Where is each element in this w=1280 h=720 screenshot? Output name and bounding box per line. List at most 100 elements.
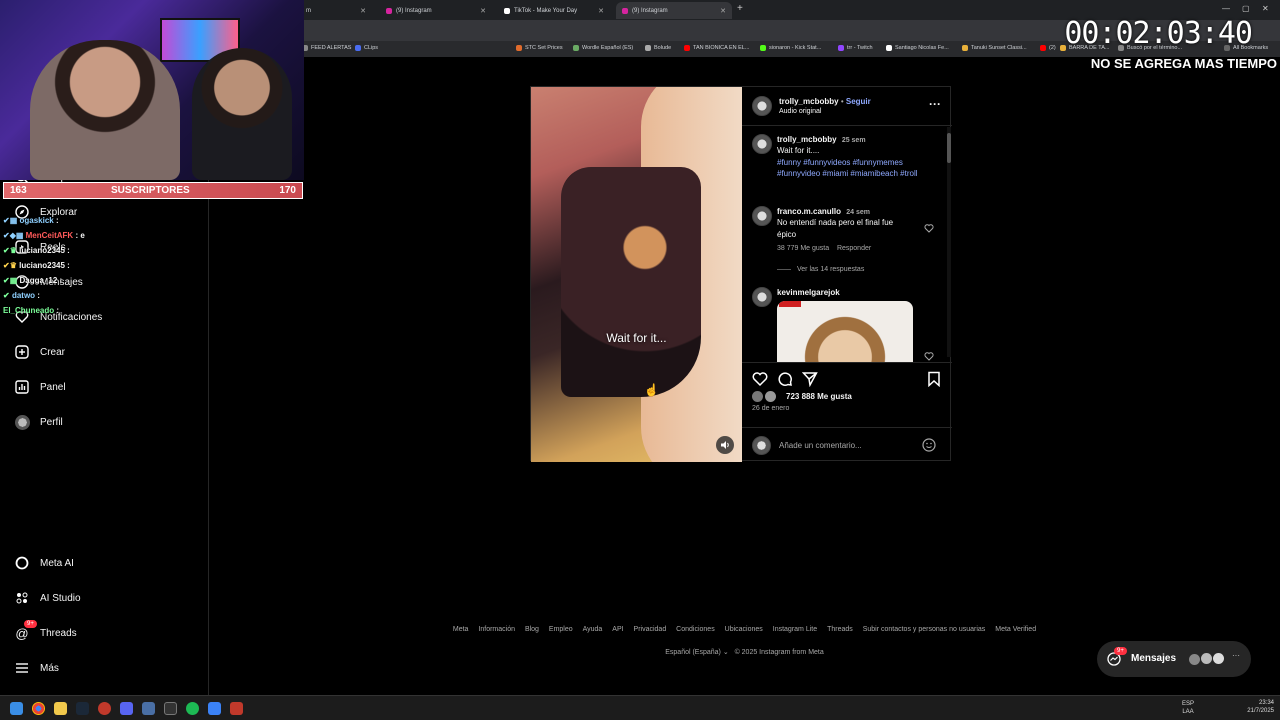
footer-link[interactable]: Empleo	[549, 626, 573, 633]
caption-avatar[interactable]	[752, 134, 772, 154]
bookmark[interactable]: Tanuki Sunset Classi...	[962, 45, 1027, 51]
more-options-icon[interactable]: ···	[929, 97, 941, 111]
comment-avatar[interactable]	[752, 206, 772, 226]
scrollbar-thumb[interactable]	[947, 133, 951, 163]
chart-icon	[14, 379, 30, 395]
comment-avatar[interactable]	[752, 287, 772, 307]
caption-username[interactable]: trolly_mcbobby	[777, 135, 837, 144]
footer-link[interactable]: Blog	[525, 626, 539, 633]
comment-likes[interactable]: 38 779 Me gusta	[777, 245, 829, 252]
app-icon[interactable]	[98, 702, 111, 715]
sidebar-item-profile[interactable]: Perfil	[14, 414, 63, 430]
footer-link[interactable]: Meta	[453, 626, 469, 633]
comment-username[interactable]: kevinmelgarejok	[777, 288, 840, 297]
browser-tab[interactable]: TikTok - Make Your Day ✕	[498, 2, 610, 19]
footer-link[interactable]: Privacidad	[634, 626, 667, 633]
author-username[interactable]: trolly_mcbobby	[779, 97, 839, 106]
stream-timer: 00:02:03:40	[1064, 16, 1253, 51]
emoji-icon[interactable]	[922, 438, 936, 452]
speaker-icon	[721, 441, 729, 449]
close-tab-icon[interactable]: ✕	[360, 7, 366, 15]
subs-current: 163	[10, 185, 27, 196]
bookmark[interactable]: sionaron - Kick Stat...	[760, 45, 821, 51]
close-tab-icon[interactable]: ✕	[480, 7, 486, 15]
windows-start-icon[interactable]	[10, 702, 23, 715]
browser-tab[interactable]: m ✕	[300, 2, 372, 19]
bookmark[interactable]: TAN BIONICA EN EL...	[684, 45, 749, 51]
file-explorer-icon[interactable]	[54, 702, 67, 715]
comment-username[interactable]: franco.m.canullo	[777, 207, 841, 216]
bookmark[interactable]: Bolude	[645, 45, 671, 51]
bookmark[interactable]: Wordle Español (ES)	[573, 45, 633, 51]
browser-tab[interactable]: (9) Instagram ✕	[380, 2, 492, 19]
spotify-icon[interactable]	[186, 702, 199, 715]
footer-link[interactable]: API	[612, 626, 623, 633]
footer-link[interactable]: Meta Verified	[995, 626, 1036, 633]
comments-scrollbar[interactable]	[947, 127, 951, 357]
comment-input[interactable]: Añade un comentario...	[779, 441, 862, 450]
reel-video[interactable]: Wait for it...	[531, 87, 742, 462]
view-replies[interactable]: Ver las 14 respuestas	[777, 266, 864, 273]
messages-pill-button[interactable]: 9+ Mensajes ···	[1097, 641, 1251, 677]
sidebar-item-meta-ai[interactable]: Meta AI	[14, 555, 74, 571]
footer-link[interactable]: Threads	[827, 626, 853, 633]
footer-link[interactable]: Condiciones	[676, 626, 715, 633]
volume-toggle[interactable]	[716, 436, 734, 454]
comment-icon[interactable]	[777, 371, 793, 387]
maximize-icon[interactable]: ▢	[1242, 4, 1250, 13]
chrome-icon[interactable]	[32, 702, 45, 715]
comment-like-icon[interactable]	[924, 223, 934, 233]
app-icon[interactable]	[164, 702, 177, 715]
sidebar-item-ai-studio[interactable]: AI Studio	[14, 590, 81, 606]
avatar	[1201, 653, 1212, 664]
bookmark[interactable]: CLips	[355, 45, 378, 51]
liked-by-avatars[interactable]	[752, 391, 778, 403]
close-tab-icon[interactable]: ✕	[720, 7, 726, 15]
bookmark[interactable]: STC Set Prices	[516, 45, 563, 51]
app-icon[interactable]	[230, 702, 243, 715]
reply-button[interactable]: Responder	[837, 245, 871, 252]
language-selector[interactable]: Español (España) ⌄	[665, 649, 728, 656]
author-avatar[interactable]	[752, 96, 772, 116]
comment-gif-image[interactable]	[777, 301, 913, 362]
app-icon[interactable]	[208, 702, 221, 715]
sidebar-item-more[interactable]: Más	[14, 660, 59, 676]
footer-link[interactable]: Ayuda	[583, 626, 603, 633]
sidebar-item-threads[interactable]: @9+ Threads	[14, 620, 77, 641]
minimize-icon[interactable]: —	[1222, 4, 1230, 13]
tiktok-favicon-icon	[504, 7, 510, 14]
comments-list: trolly_mcbobby 25 sem Wait for it.... #f…	[742, 125, 952, 362]
footer-link[interactable]: Ubicaciones	[725, 626, 763, 633]
close-tab-icon[interactable]: ✕	[598, 7, 604, 15]
footer-link[interactable]: Instagram Lite	[773, 626, 817, 633]
bookmark[interactable]: trr - Twitch	[838, 45, 873, 51]
system-tray[interactable]: ESP LAA 23:34 21/7/2025	[1182, 699, 1274, 715]
likes-count[interactable]: 723 888 Me gusta	[786, 392, 852, 401]
discord-icon[interactable]	[120, 702, 133, 715]
new-tab-button[interactable]: +	[737, 3, 743, 14]
app-icon[interactable]	[142, 702, 155, 715]
audio-label[interactable]: Audio original	[779, 108, 821, 115]
steam-icon[interactable]	[76, 702, 89, 715]
clock[interactable]: 23:34 21/7/2025	[1247, 699, 1274, 715]
footer-link[interactable]: Información	[478, 626, 515, 633]
comment-like-icon[interactable]	[924, 351, 934, 361]
share-icon[interactable]	[802, 371, 818, 387]
bookmark[interactable]: Santiago Nicolas Fe...	[886, 45, 949, 51]
like-icon[interactable]	[752, 371, 768, 387]
browser-tab-active[interactable]: (9) Instagram ✕	[616, 2, 732, 19]
chat-message: ✔ datwo :	[3, 291, 40, 300]
close-window-icon[interactable]: ✕	[1262, 4, 1269, 13]
input-language[interactable]: ESP LAA	[1182, 700, 1194, 716]
sidebar-item-dashboard[interactable]: Panel	[14, 379, 66, 395]
follow-button[interactable]: Seguir	[846, 97, 871, 106]
post-sidebar: trolly_mcbobby • Seguir Audio original ·…	[742, 87, 952, 462]
post-actions: 723 888 Me gusta 26 de enero	[742, 362, 952, 427]
save-icon[interactable]	[927, 371, 941, 387]
tab-title: (9) Instagram	[396, 7, 432, 14]
bookmark[interactable]: (2)	[1040, 45, 1056, 51]
bookmark[interactable]: FEED ALERTAS	[302, 45, 351, 51]
caption-hashtags[interactable]: #funny #funnyvideos #funnymemes #funnyvi…	[777, 158, 918, 179]
sidebar-item-create[interactable]: Crear	[14, 344, 65, 360]
footer-link[interactable]: Subir contactos y personas no usuarias	[863, 626, 986, 633]
